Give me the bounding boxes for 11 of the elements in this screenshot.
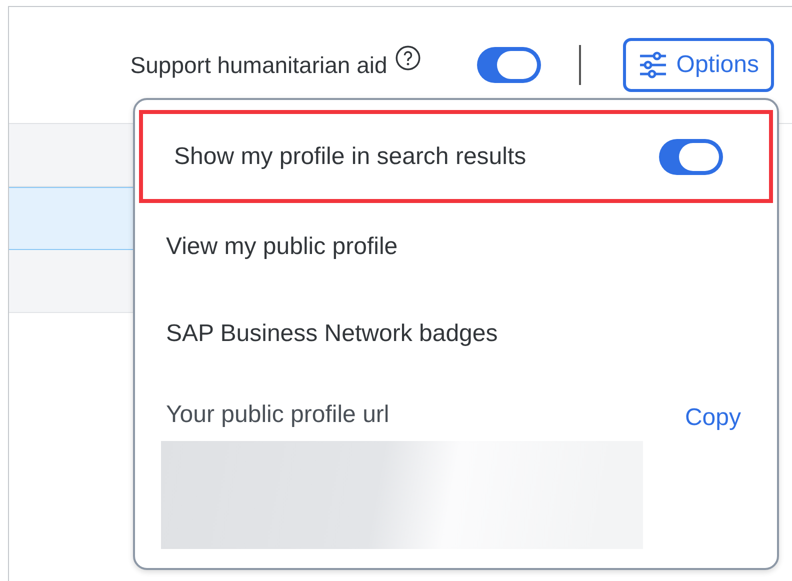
toggle-switch[interactable] bbox=[477, 47, 542, 83]
url-label: Your public profile url bbox=[165, 400, 390, 430]
copy-link[interactable]: Copy bbox=[678, 399, 747, 437]
menu-item[interactable]: View my public profile bbox=[135, 203, 777, 290]
options-button[interactable]: Options bbox=[623, 38, 774, 92]
menu-item[interactable]: SAP Business Network badges bbox=[135, 290, 777, 377]
aid-label: Support humanitarian aid bbox=[130, 50, 388, 80]
sliders-icon bbox=[638, 51, 668, 79]
menu-item-label: Show my profile in search results bbox=[174, 142, 526, 172]
help-icon[interactable] bbox=[395, 45, 422, 71]
toggle-switch[interactable] bbox=[659, 138, 723, 174]
